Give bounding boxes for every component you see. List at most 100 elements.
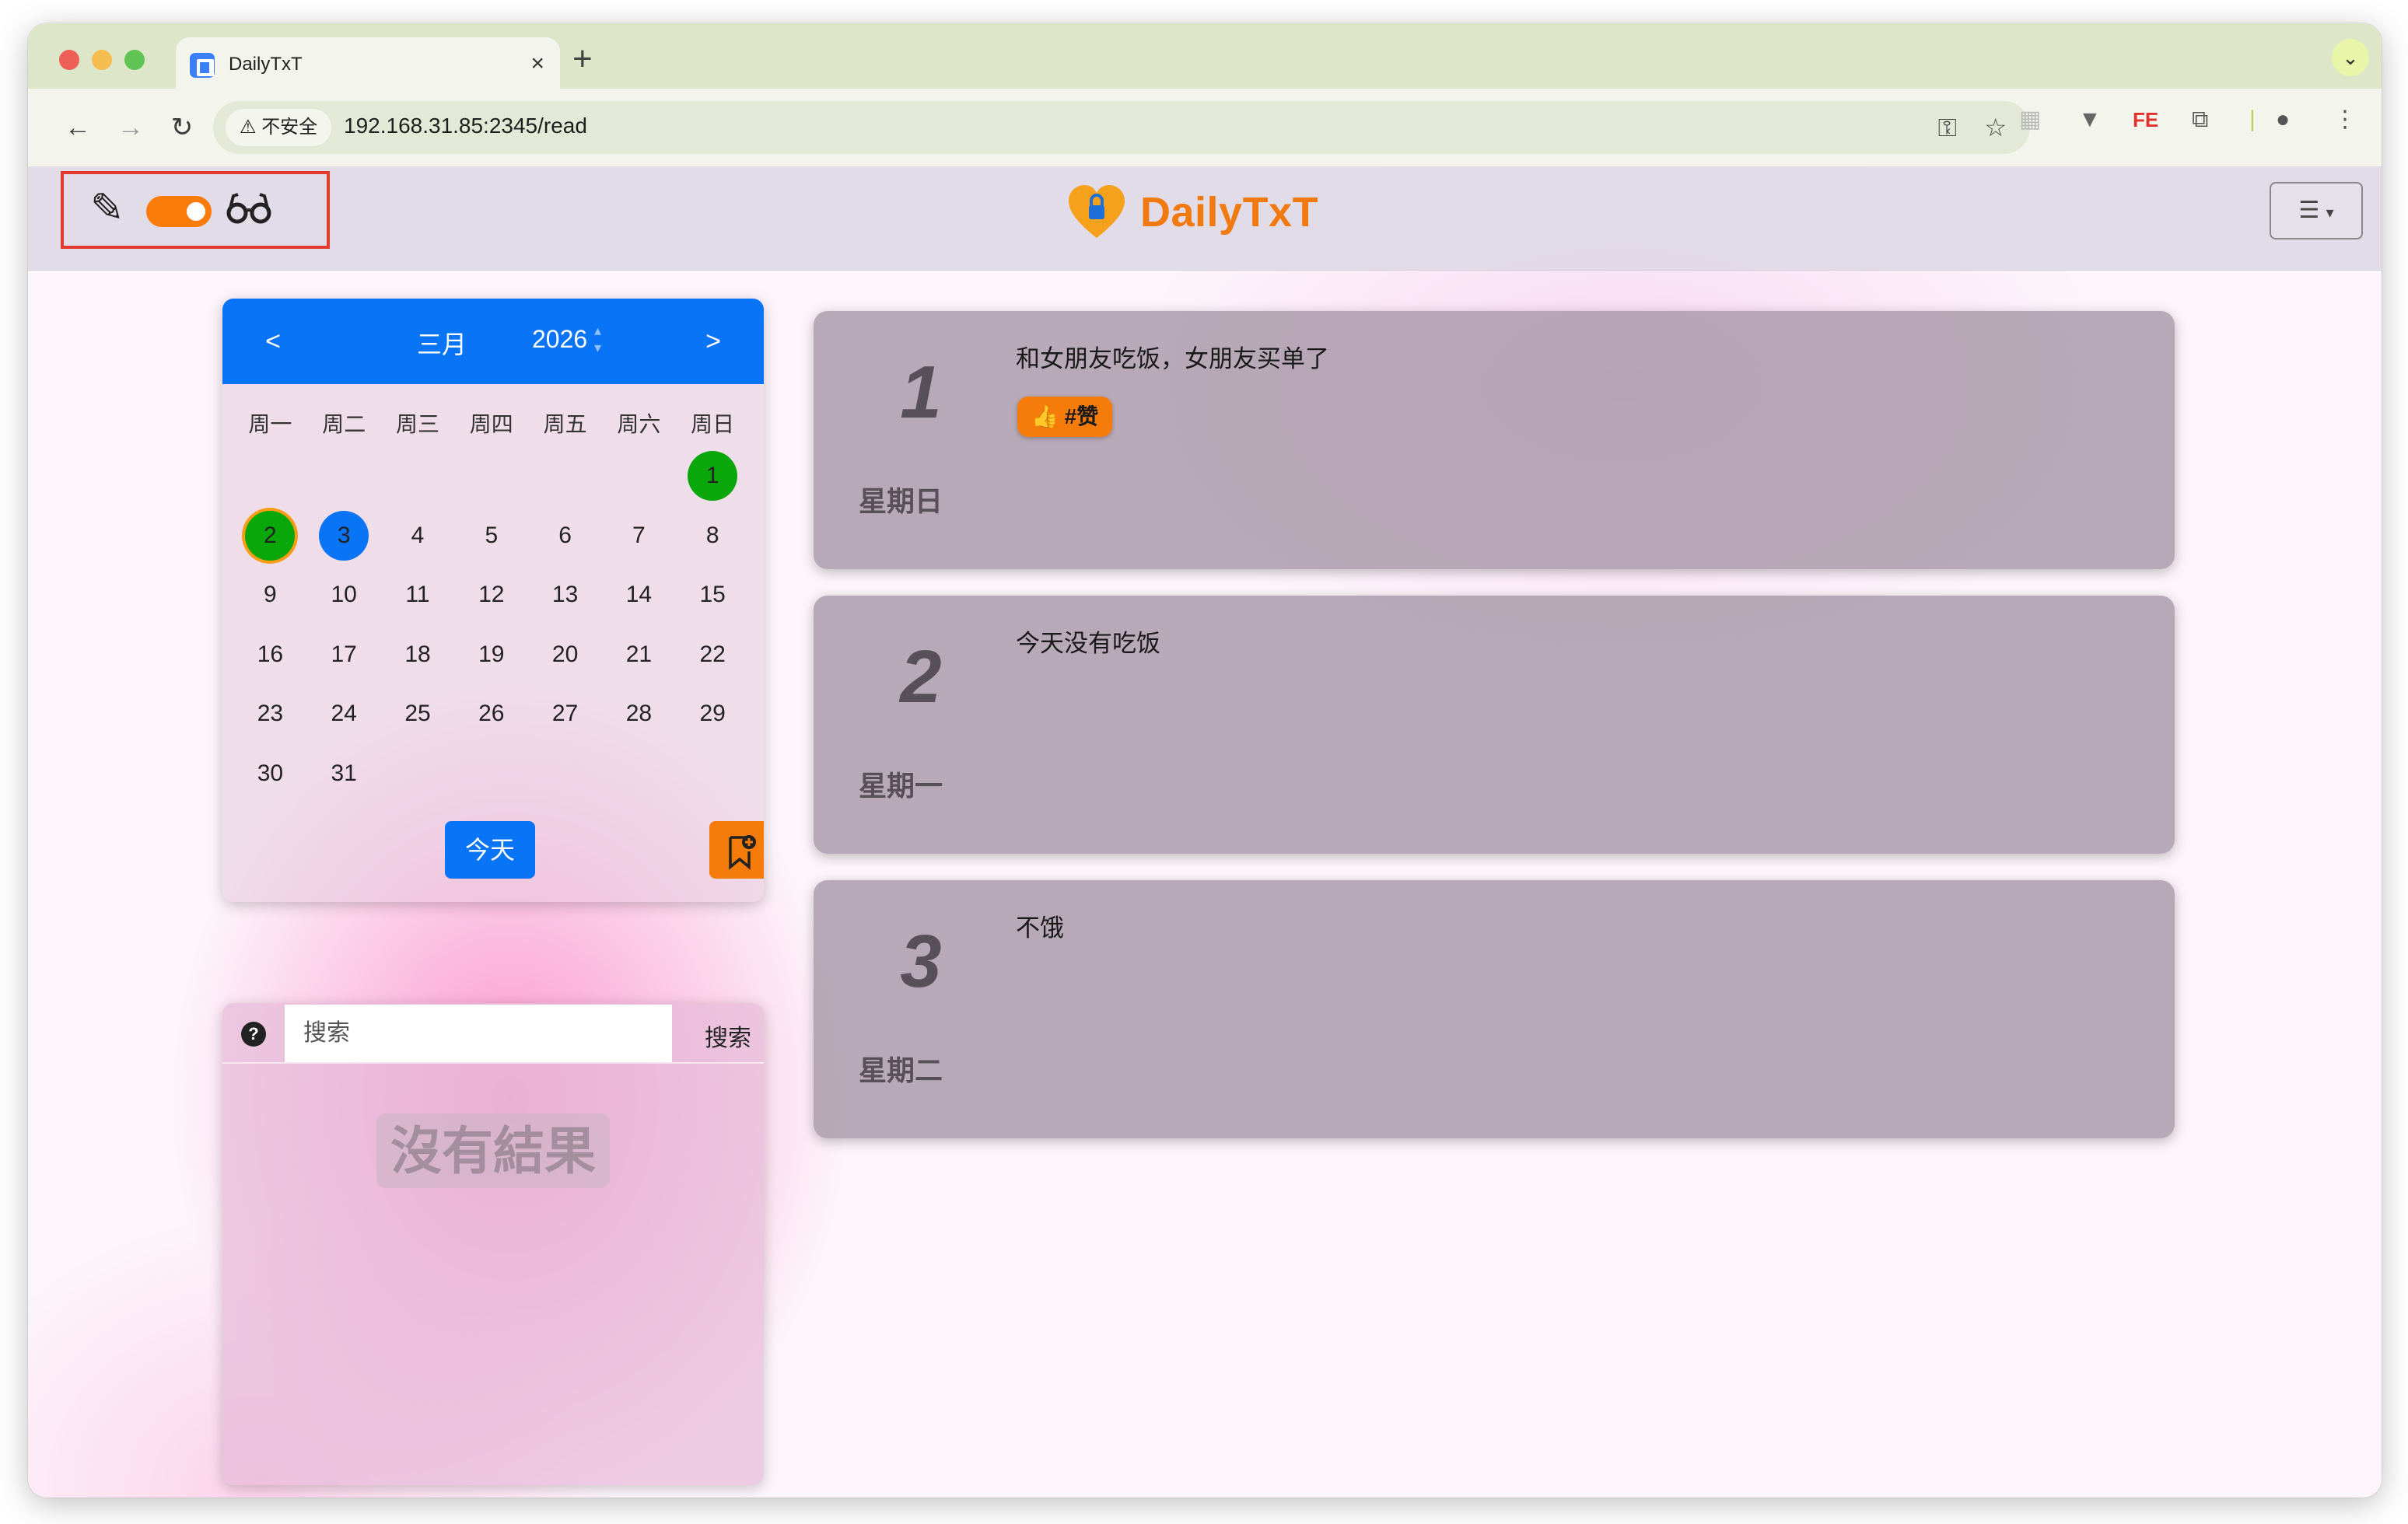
site-info-button[interactable]: ⚠ 不安全 <box>226 109 332 146</box>
month-label[interactable]: 三月 <box>417 325 467 361</box>
calendar-day[interactable]: 13 <box>541 570 590 620</box>
forward-arrow-icon[interactable]: → <box>112 109 149 146</box>
app-page: ✎ DailyTxT ☰ ▾ < 三月 2026 ▴ ▾ > 周一 周二 周三 … <box>28 166 2382 1498</box>
log-entry[interactable]: 3 星期二 不饿 <box>814 880 2175 1138</box>
calendar-widget: < 三月 2026 ▴ ▾ > 周一 周二 周三 周四 周五 周六 周日 1234… <box>222 299 764 902</box>
new-tab-button[interactable]: + <box>572 40 593 78</box>
weekday-label: 周四 <box>469 412 513 436</box>
calendar-day[interactable]: 24 <box>319 689 369 739</box>
glasses-icon[interactable] <box>226 185 272 236</box>
year-spinner-icon[interactable]: ▴ ▾ <box>594 322 601 356</box>
tab-search-button[interactable]: ⌄ <box>2332 39 2369 76</box>
calendar-day[interactable]: 11 <box>393 570 443 620</box>
address-bar[interactable]: ⚠ 不安全 192.168.31.85:2345/read ⚿ ☆ <box>213 101 2030 154</box>
next-month-button[interactable]: > <box>694 322 733 361</box>
extension-grid-icon[interactable]: ▦ <box>2019 104 2041 135</box>
entry-day-number: 2 <box>900 635 942 718</box>
calendar-day[interactable]: 20 <box>541 630 590 680</box>
tab-strip: DailyTxT × + ⌄ <box>28 23 2382 92</box>
weekday-label: 周二 <box>322 412 366 436</box>
no-results-message: 沒有結果 <box>376 1113 610 1188</box>
bookmark-plus-icon <box>729 835 756 871</box>
write-read-toggle[interactable] <box>146 196 212 227</box>
settings-dropdown-button[interactable]: ☰ ▾ <box>2270 182 2363 239</box>
help-icon[interactable]: ? <box>241 1022 266 1047</box>
maximize-window-button[interactable] <box>124 50 145 70</box>
tab-title: DailyTxT <box>229 54 303 75</box>
today-button[interactable]: 今天 <box>445 821 535 879</box>
browser-menu-icon[interactable]: ⋮ <box>2333 104 2357 135</box>
calendar-day[interactable]: 22 <box>688 630 737 680</box>
calendar-day[interactable]: 29 <box>688 689 737 739</box>
extension-fe-icon[interactable]: FE <box>2133 104 2158 135</box>
entry-day-number: 1 <box>900 351 942 434</box>
calendar-day[interactable]: 28 <box>614 689 663 739</box>
pencil-icon[interactable]: ✎ <box>90 185 124 232</box>
extensions-puzzle-icon[interactable]: ⧉ <box>2192 104 2208 135</box>
calendar-day[interactable]: 2 <box>245 510 296 561</box>
calendar-day[interactable]: 23 <box>245 689 295 739</box>
extension-v-icon[interactable]: ▼ <box>2078 104 2102 135</box>
entry-weekday: 星期日 <box>859 485 943 517</box>
reload-icon[interactable]: ↻ <box>163 109 201 146</box>
weekday-row: 周一 周二 周三 周四 周五 周六 周日 <box>233 407 750 439</box>
bookmark-star-icon[interactable]: ☆ <box>1984 112 2007 143</box>
weekday-label: 周六 <box>617 412 661 436</box>
calendar-day[interactable]: 1 <box>688 451 738 501</box>
calendar-day[interactable]: 30 <box>245 749 295 799</box>
calendar-day[interactable]: 18 <box>393 630 443 680</box>
sliders-icon: ☰ <box>2298 197 2320 223</box>
entry-text: 今天没有吃饭 <box>1016 630 1160 657</box>
entry-text: 不饿 <box>1016 914 1064 942</box>
calendar-day[interactable]: 7 <box>614 511 663 561</box>
tab-close-button[interactable]: × <box>530 50 544 78</box>
year-input[interactable]: 2026 <box>532 325 587 354</box>
calendar-day[interactable]: 12 <box>467 570 516 620</box>
calendar-day[interactable]: 31 <box>319 749 369 799</box>
back-arrow-icon[interactable]: ← <box>59 109 96 146</box>
calendar-day[interactable]: 5 <box>467 511 516 561</box>
calendar-day[interactable]: 3 <box>319 510 369 561</box>
search-button[interactable]: 搜索 <box>705 1019 751 1053</box>
entry-weekday: 星期二 <box>859 1054 943 1086</box>
weekday-label: 周五 <box>543 412 587 436</box>
browser-window: DailyTxT × + ⌄ ← → ↻ ⚠ 不安全 192.168.31.85… <box>28 23 2382 1498</box>
url-text[interactable]: 192.168.31.85:2345/read <box>344 114 587 138</box>
close-window-button[interactable] <box>59 50 79 70</box>
calendar-day[interactable]: 27 <box>541 689 590 739</box>
prev-month-button[interactable]: < <box>254 322 292 361</box>
calendar-day[interactable]: 19 <box>467 630 516 680</box>
calendar-day[interactable]: 21 <box>614 630 663 680</box>
brand-name: DailyTxT <box>1140 189 1319 236</box>
mode-switcher: ✎ <box>61 171 330 249</box>
search-input[interactable] <box>285 1005 672 1062</box>
calendar-day[interactable]: 17 <box>319 630 369 680</box>
calendar-day[interactable]: 14 <box>614 570 663 620</box>
calendar-day[interactable]: 9 <box>245 570 295 620</box>
heart-lock-icon <box>1069 185 1125 238</box>
app-header: ✎ DailyTxT ☰ ▾ <box>28 166 2382 271</box>
profile-avatar[interactable]: ● <box>2276 104 2290 135</box>
entry-weekday: 星期一 <box>859 770 943 802</box>
calendar-day[interactable]: 16 <box>245 630 295 680</box>
calendar-day[interactable]: 8 <box>688 511 737 561</box>
minimize-window-button[interactable] <box>92 50 112 70</box>
calendar-day[interactable]: 6 <box>541 511 590 561</box>
divider-icon: | <box>2249 107 2256 132</box>
tab-dailytxt[interactable]: DailyTxT × <box>176 37 560 92</box>
calendar-day[interactable]: 10 <box>319 570 369 620</box>
log-entry[interactable]: 1 星期日 和女朋友吃饭，女朋友买单了 👍 #赞 <box>814 311 2175 569</box>
entry-tag[interactable]: 👍 #赞 <box>1017 397 1113 437</box>
entry-day-number: 3 <box>900 920 942 1003</box>
calendar-day[interactable]: 15 <box>688 570 737 620</box>
calendar-day[interactable]: 26 <box>467 689 516 739</box>
bookmark-add-button[interactable] <box>709 821 764 879</box>
calendar-day[interactable]: 4 <box>393 511 443 561</box>
calendar-header: < 三月 2026 ▴ ▾ > <box>222 299 764 384</box>
calendar-day[interactable]: 25 <box>393 689 443 739</box>
password-key-icon[interactable]: ⚿ <box>1938 112 1957 143</box>
browser-toolbar: ← → ↻ ⚠ 不安全 192.168.31.85:2345/read ⚿ ☆ … <box>28 89 2382 166</box>
search-row: ? 搜索 <box>222 1003 764 1064</box>
log-entry[interactable]: 2 星期一 今天没有吃饭 <box>814 596 2175 854</box>
search-panel: ? 搜索 沒有結果 <box>222 1003 764 1485</box>
